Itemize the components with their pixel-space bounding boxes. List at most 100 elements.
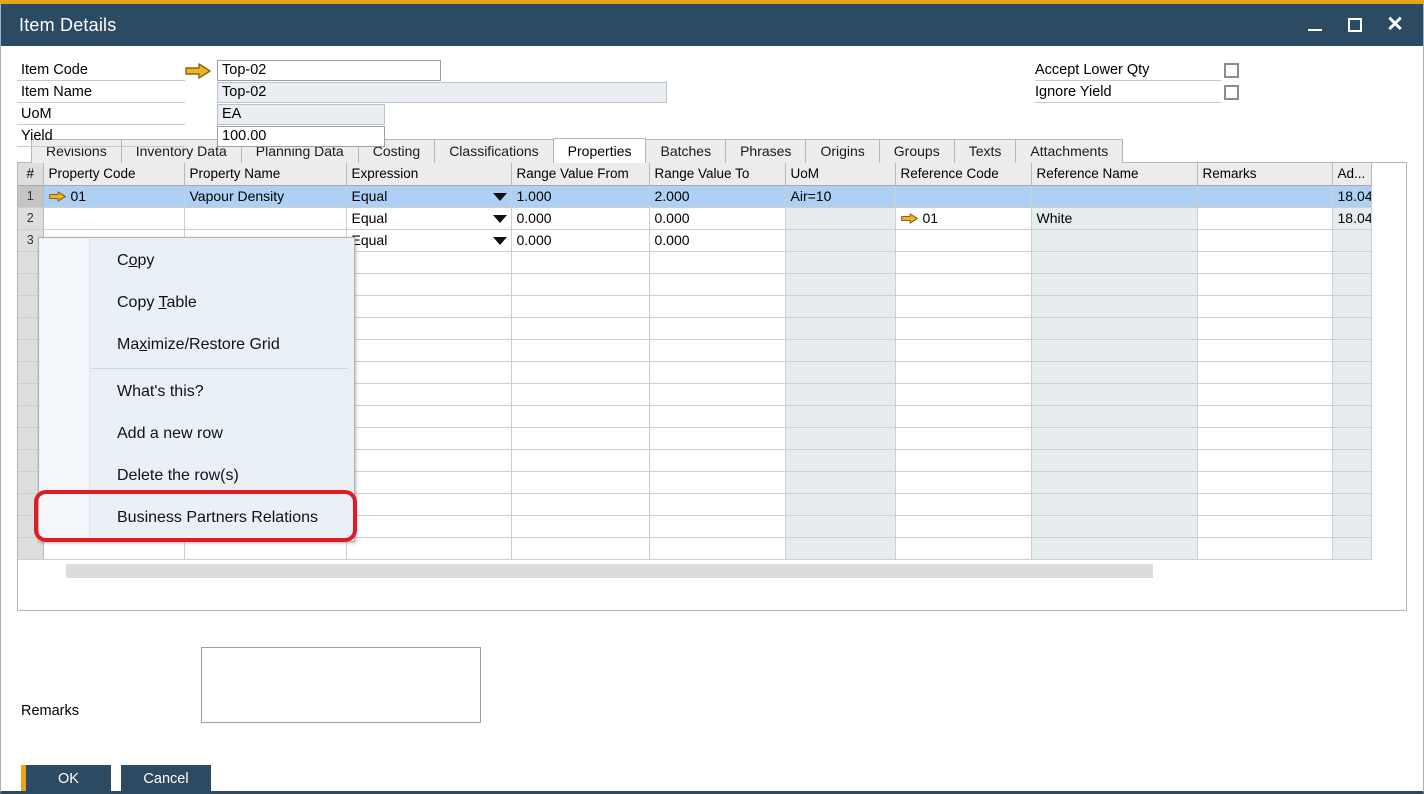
cell-range_to[interactable] (649, 295, 785, 317)
cell-ad[interactable] (1332, 317, 1371, 339)
cell-range_to[interactable] (649, 339, 785, 361)
cell-range_from[interactable] (511, 405, 649, 427)
grid-col-header-ad[interactable]: Ad... (1332, 163, 1371, 185)
cell-uom[interactable] (785, 471, 895, 493)
cell-reference_code[interactable] (895, 515, 1031, 537)
cell-ad[interactable] (1332, 449, 1371, 471)
chevron-down-icon[interactable] (493, 215, 507, 223)
cell-range_from[interactable] (511, 383, 649, 405)
cell-ad[interactable] (1332, 405, 1371, 427)
cell-range_from[interactable] (511, 515, 649, 537)
cell-reference_name[interactable] (1031, 405, 1197, 427)
cell-uom[interactable] (785, 317, 895, 339)
cell-remarks[interactable] (1197, 317, 1332, 339)
cell-expression[interactable]: Equal (346, 229, 511, 251)
cell-expression[interactable] (346, 471, 511, 493)
cell-range_from[interactable] (511, 251, 649, 273)
cell-range_to[interactable] (649, 515, 785, 537)
cell-reference_code[interactable] (895, 273, 1031, 295)
context-menu-item-what-s-this[interactable]: What's this? (39, 371, 354, 413)
cell-expression[interactable] (346, 515, 511, 537)
grid-col-header-property_code[interactable]: Property Code (43, 163, 184, 185)
maximize-button[interactable] (1335, 7, 1375, 43)
horizontal-scrollbar[interactable] (18, 562, 1406, 582)
cell-expression[interactable] (346, 295, 511, 317)
cell-range_from[interactable] (511, 317, 649, 339)
cell-range_to[interactable]: 0.000 (649, 207, 785, 229)
cell-reference_code[interactable] (895, 383, 1031, 405)
cell-expression[interactable] (346, 405, 511, 427)
cell-uom[interactable] (785, 295, 895, 317)
cell-ad[interactable] (1332, 361, 1371, 383)
chevron-down-icon[interactable] (493, 237, 507, 245)
cell-reference_name[interactable] (1031, 229, 1197, 251)
cell-range_to[interactable] (649, 361, 785, 383)
cell-range_to[interactable] (649, 405, 785, 427)
cell-remarks[interactable] (1197, 449, 1332, 471)
close-button[interactable]: ✕ (1375, 7, 1415, 43)
cell-reference_name[interactable] (1031, 185, 1197, 207)
cell-uom[interactable] (785, 251, 895, 273)
cell-reference_code[interactable] (895, 471, 1031, 493)
cell-remarks[interactable] (1197, 229, 1332, 251)
item-code-input[interactable]: Top-02 (217, 60, 441, 81)
cell-uom[interactable] (785, 207, 895, 229)
context-menu-item-delete-the-row-s[interactable]: Delete the row(s) (39, 455, 354, 497)
cell-expression[interactable] (346, 273, 511, 295)
cell-range_to[interactable]: 2.000 (649, 185, 785, 207)
cell-reference_name[interactable] (1031, 471, 1197, 493)
yield-input[interactable]: 100.00 (217, 126, 385, 147)
cell-reference_name[interactable] (1031, 493, 1197, 515)
accept-lower-qty-checkbox[interactable] (1224, 63, 1239, 78)
cell-remarks[interactable] (1197, 493, 1332, 515)
cell-expression[interactable] (346, 339, 511, 361)
cell-remarks[interactable] (1197, 207, 1332, 229)
table-row[interactable]: 101Vapour DensityEqual1.0002.000Air=1018… (18, 185, 1371, 207)
cell-reference_name[interactable] (1031, 383, 1197, 405)
cell-remarks[interactable] (1197, 427, 1332, 449)
cell-range_from[interactable] (511, 273, 649, 295)
cell-uom[interactable] (785, 229, 895, 251)
cell-property_code[interactable]: 01 (43, 185, 184, 207)
grid-col-header-num[interactable]: # (18, 163, 43, 185)
cell-range_from[interactable] (511, 493, 649, 515)
cell-range_from[interactable] (511, 295, 649, 317)
cell-uom[interactable] (785, 405, 895, 427)
cell-range_from[interactable]: 0.000 (511, 207, 649, 229)
cell-uom[interactable] (785, 273, 895, 295)
cell-range_to[interactable] (649, 273, 785, 295)
context-menu-item-business-partners-relations[interactable]: Business Partners Relations (39, 497, 354, 539)
cell-expression[interactable]: Equal (346, 185, 511, 207)
grid-col-header-expression[interactable]: Expression (346, 163, 511, 185)
chevron-down-icon[interactable] (493, 193, 507, 201)
cell-uom[interactable] (785, 361, 895, 383)
minimize-button[interactable] (1295, 7, 1335, 43)
cell-remarks[interactable] (1197, 537, 1332, 559)
item-code-link-arrow-icon[interactable] (185, 63, 211, 79)
cell-range_to[interactable] (649, 471, 785, 493)
cell-reference_code[interactable] (895, 339, 1031, 361)
cell-ad[interactable] (1332, 251, 1371, 273)
cell-ad[interactable] (1332, 339, 1371, 361)
cell-reference_code[interactable] (895, 537, 1031, 559)
cell-uom[interactable] (785, 427, 895, 449)
cell-ad[interactable] (1332, 537, 1371, 559)
cell-property_name[interactable]: Vapour Density (184, 185, 346, 207)
cell-range_from[interactable] (511, 339, 649, 361)
cell-reference_code[interactable] (895, 295, 1031, 317)
grid-col-header-remarks[interactable]: Remarks (1197, 163, 1332, 185)
cell-reference_name[interactable] (1031, 339, 1197, 361)
cell-range_from[interactable] (511, 361, 649, 383)
item-name-input[interactable]: Top-02 (217, 82, 667, 103)
cell-remarks[interactable] (1197, 405, 1332, 427)
tab-properties[interactable]: Properties (553, 138, 647, 163)
cell-expression[interactable] (346, 427, 511, 449)
ok-button[interactable]: OK (21, 765, 111, 793)
cell-range_to[interactable] (649, 449, 785, 471)
cell-remarks[interactable] (1197, 251, 1332, 273)
horizontal-scrollbar-thumb[interactable] (66, 564, 1153, 578)
cell-range_to[interactable] (649, 383, 785, 405)
cell-expression[interactable] (346, 383, 511, 405)
cell-reference_name[interactable] (1031, 317, 1197, 339)
cell-reference_code[interactable] (895, 449, 1031, 471)
